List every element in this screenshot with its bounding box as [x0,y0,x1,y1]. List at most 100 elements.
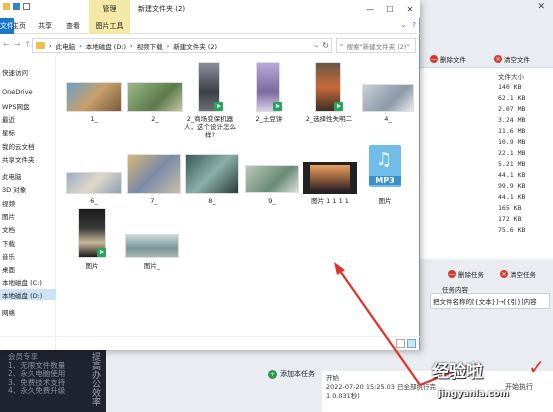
sidebar-item[interactable]: 音乐 [0,250,56,261]
sidebar-item[interactable]: 3D 对象 [0,183,56,194]
search-input[interactable]: ⌕ 搜索"新建文件夹 (2)" [336,38,416,53]
size-cell: 172 KB [498,215,522,223]
file-name: 4_ [384,115,392,123]
view-toggle [396,339,416,348]
sidebar-item-selected[interactable]: 本地磁盘 (D:) [0,289,56,300]
delete-task-label: 删除任务 [458,271,484,279]
file-size-table: 文件大小 140 KB 62.1 KB 2.07 MB 3.24 MB 11.6… [420,67,553,259]
size-cell: 165 KB [498,204,522,212]
sidebar-item-label: WPS网盘 [2,102,30,111]
sidebar-item-label: 网络 [2,308,15,317]
close-icon[interactable]: ✕ [400,0,420,18]
sidebar-item-label: 本地磁盘 (C:) [2,278,42,287]
file-name: 图片_ [143,262,161,270]
sidebar-item[interactable]: WPS网盘 [0,100,56,111]
play-icon [273,102,282,111]
file-name: 6_ [90,197,98,205]
refresh-icon[interactable]: ↻ [322,41,329,50]
sidebar-item[interactable]: 此电脑 [0,170,56,181]
dropdown-icon[interactable] [23,3,30,10]
sidebar-item[interactable]: 本地磁盘 (C:) [0,276,56,287]
video-thumbnail [125,234,179,258]
file-name: 图片 [85,262,99,270]
sidebar-item[interactable]: 快速访问 [0,66,56,77]
sidebar-item[interactable]: 图片 [0,210,56,221]
breadcrumb-item[interactable]: 新建文件夹 (2) [173,41,217,51]
file-name: 8_ [208,197,216,205]
sidebar-item[interactable]: 下载 [0,237,56,248]
sidebar-item-label: 星标 [2,128,15,137]
chevron-down-icon[interactable]: ⌄ [314,42,319,49]
title-bar: 管理 新建文件夹 (2) — ☐ ✕ [0,0,420,18]
sidebar-item[interactable]: 最近 [0,113,56,124]
sidebar-item-label: 快速访问 [2,68,28,77]
clear-file-label: 清空文件 [504,56,530,64]
chevron-down-icon[interactable]: ⌄ [400,21,406,29]
chevron-right-icon: › [166,41,170,50]
up-arrow-icon[interactable]: ↑ [24,40,31,49]
checkmark-icon: ✓ [528,355,545,379]
video-thumbnail [127,154,181,194]
address-input[interactable]: › 此电脑 › 本地磁盘 (D:) › 视频下载 › 新建文件夹 (2) ⌄ ↻ [32,38,332,53]
size-cell: 44.1 KB [498,193,526,201]
help-icon[interactable]: ? [412,21,416,29]
file-name: 7_ [150,197,158,205]
music-note-icon: ♫ [376,149,393,170]
watermark: 经验啦 ✓ jingyanla.com [420,355,553,412]
tab-share[interactable]: 共享 [38,21,52,31]
sidebar-item[interactable]: 视频 [0,197,56,208]
breadcrumb-item[interactable]: 此电脑 [56,41,76,51]
breadcrumb-item[interactable]: 视频下载 [137,41,163,51]
nav-arrows: ← → ↑ [3,40,31,49]
sidebar-item-label: 最近 [2,115,15,124]
sidebar-item[interactable]: OneDrive [0,86,56,97]
sidebar-item-label: 图片 [2,212,15,221]
size-cell: 44.1 KB [498,171,526,179]
forward-arrow-icon[interactable]: → [14,40,21,49]
sidebar-item[interactable]: 共享文件夹 [0,153,56,164]
back-arrow-icon[interactable]: ← [3,40,10,49]
sidebar-item[interactable]: 桌面 [0,263,56,274]
mp3-file-icon[interactable]: ♫ MP3 [369,145,401,187]
file-name[interactable]: 图片 [369,197,401,205]
clear-file-button[interactable]: ✕ 清空文件 [494,52,530,66]
video-thumbnail [310,165,350,191]
minimize-icon[interactable]: — [360,0,380,18]
watermark-url: jingyanla.com [438,389,509,399]
search-placeholder: 搜索"新建文件夹 (2)" [346,42,410,51]
sidebar-item[interactable]: 星标 [0,126,56,137]
file-name: 1_ [90,115,98,123]
tab-view[interactable]: 查看 [66,21,80,31]
sidebar-item[interactable]: 我的云文档 [0,140,56,151]
size-cell: 5.21 MB [498,160,526,168]
sidebar-item[interactable]: 文档 [0,223,56,234]
task-list[interactable]: 把文件名称的[{文本}]→[{引}]内容 [430,293,550,309]
close-icon[interactable]: ✕ [537,2,545,12]
size-cell: 11.6 MB [498,127,526,135]
file-name: 2_选择性失明二 [305,115,353,123]
maximize-icon[interactable]: ☐ [380,0,400,18]
sidebar-item-label: 文档 [2,225,15,234]
play-icon [97,248,106,257]
watermark-cn: 经验啦 [432,362,483,382]
sidebar-item[interactable]: 网络 [0,306,56,317]
sidebar-item-label: 此电脑 [2,172,22,181]
size-cell: 99.9 KB [498,182,526,190]
delete-file-button[interactable]: — 删除文件 [430,52,466,66]
large-icons-view-icon[interactable] [407,339,416,348]
delete-file-label: 删除文件 [440,56,466,64]
clear-task-button[interactable]: ✕ 清空任务 [500,267,536,281]
check-icon[interactable] [13,3,20,10]
details-view-icon[interactable] [396,339,405,348]
window-title: 新建文件夹 (2) [138,5,186,13]
tab-picture-tools[interactable]: 图片工具 [89,18,130,34]
add-task-button[interactable]: + 添加本任务 [268,369,315,379]
file-name: 图片 1 1 1 1 [311,197,349,205]
manage-tab[interactable]: 管理 [89,0,130,18]
status-bar [0,336,420,350]
delete-task-button[interactable]: — 删除任务 [448,267,484,281]
breadcrumb-item[interactable]: 本地磁盘 (D:) [86,41,126,51]
size-cell: 22.1 MB [498,149,526,157]
sidebar-item-label: 视频 [2,199,15,208]
tab-home[interactable]: 主页 [12,21,26,31]
